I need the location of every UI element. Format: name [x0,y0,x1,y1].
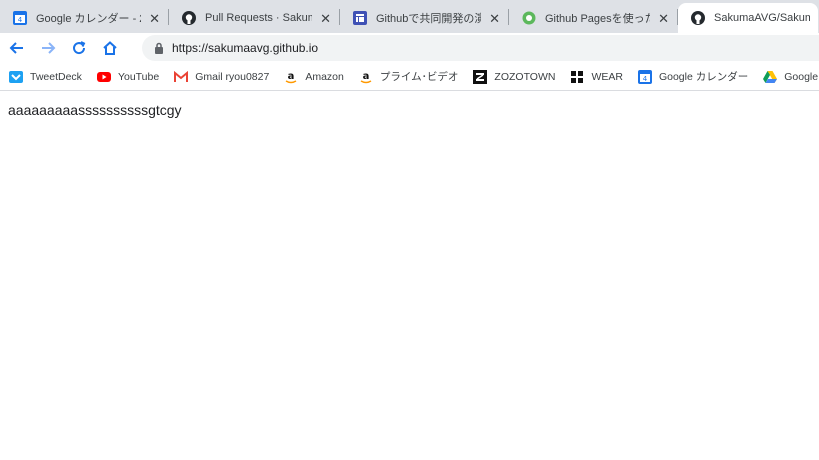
forward-arrow-icon [42,42,56,54]
zozotown-icon [472,69,488,85]
tab-title: Githubで共同開発の演習 [376,13,482,25]
bookmark-label: Gmail ryou0827 [195,70,270,83]
address-bar[interactable]: https://sakumaavg.github.io [142,35,819,61]
bookmark-label: TweetDeck [30,70,82,83]
url-text: https://sakumaavg.github.io [172,41,319,55]
reload-icon [73,41,86,55]
bookmark-label: Google ドライブ [784,71,819,83]
tab-sakumaavg[interactable]: SakumaAVG/Sakuma [678,3,818,33]
tab-title: SakumaAVG/Sakuma [714,12,810,24]
tab-github-kyodo[interactable]: Githubで共同開発の演習 ✕ [340,3,508,33]
tweetdeck-icon [8,69,24,85]
lock-icon [155,42,163,54]
close-icon[interactable]: ✕ [320,12,331,25]
tab-title: Google カレンダー - 2019 [36,13,141,25]
wear-icon [569,69,585,85]
bookmark-label: Amazon [305,70,344,83]
forward-button[interactable] [34,34,62,62]
gmail-icon [173,69,189,85]
bookmark-label: WEAR [591,70,623,83]
close-icon[interactable]: ✕ [489,12,500,25]
bookmark-amazon[interactable]: a Amazon [283,69,344,85]
tab-strip: 4 Google カレンダー - 2019 ✕ Pull Requests · … [0,0,819,33]
reload-button[interactable] [65,34,93,62]
github-pages-icon [521,10,537,26]
github-icon [181,10,197,26]
google-calendar-icon: 4 [12,10,28,26]
google-calendar-icon: 4 [637,69,653,85]
svg-text:4: 4 [643,75,648,83]
bookmark-tweetdeck[interactable]: TweetDeck [8,69,82,85]
tab-title: Github Pagesを使ったhttp [545,13,650,25]
tab-title: Pull Requests · Sakuma [205,12,313,24]
page-body-text: aaaaaaaaassssssssssgtcgy [8,102,182,118]
youtube-icon [96,69,112,85]
bookmark-youtube[interactable]: YouTube [96,69,159,85]
bookmark-google-drive[interactable]: Google ドライブ [762,69,819,85]
amazon-icon: a [283,69,299,85]
page-content: aaaaaaaaassssssssssgtcgy [0,92,819,460]
bookmarks-bar: TweetDeck YouTube Gmail ryou0827 a Amazo… [0,63,819,91]
bookmark-label: ZOZOTOWN [494,70,556,83]
amazon-icon: a [358,69,374,85]
svg-text:4: 4 [18,16,23,24]
bookmark-label: プライム･ビデオ [379,71,459,83]
home-button[interactable] [96,34,124,62]
forms-icon [352,10,368,26]
bookmark-gmail[interactable]: Gmail ryou0827 [173,69,269,85]
back-arrow-icon [9,42,23,54]
close-icon[interactable]: ✕ [658,12,669,25]
tab-pull-requests[interactable]: Pull Requests · Sakuma ✕ [169,3,339,33]
back-button[interactable] [3,34,31,62]
home-icon [103,41,117,55]
close-icon[interactable]: ✕ [149,12,160,25]
svg-text:a: a [362,71,369,82]
bookmark-zozotown[interactable]: ZOZOTOWN [472,69,555,85]
bookmark-prime-video[interactable]: a プライム･ビデオ [358,69,459,85]
google-drive-icon [762,69,778,85]
tab-github-pages[interactable]: Github Pagesを使ったhttp ✕ [509,3,677,33]
github-icon [690,10,706,26]
bookmark-label: YouTube [117,70,160,83]
bookmark-google-calendar[interactable]: 4 Google カレンダー [637,69,748,85]
svg-text:a: a [288,71,295,82]
tab-google-calendar[interactable]: 4 Google カレンダー - 2019 ✕ [0,3,168,33]
bookmark-wear[interactable]: WEAR [569,69,623,85]
browser-toolbar: https://sakumaavg.github.io [0,33,819,63]
bookmark-label: Google カレンダー [658,71,749,83]
